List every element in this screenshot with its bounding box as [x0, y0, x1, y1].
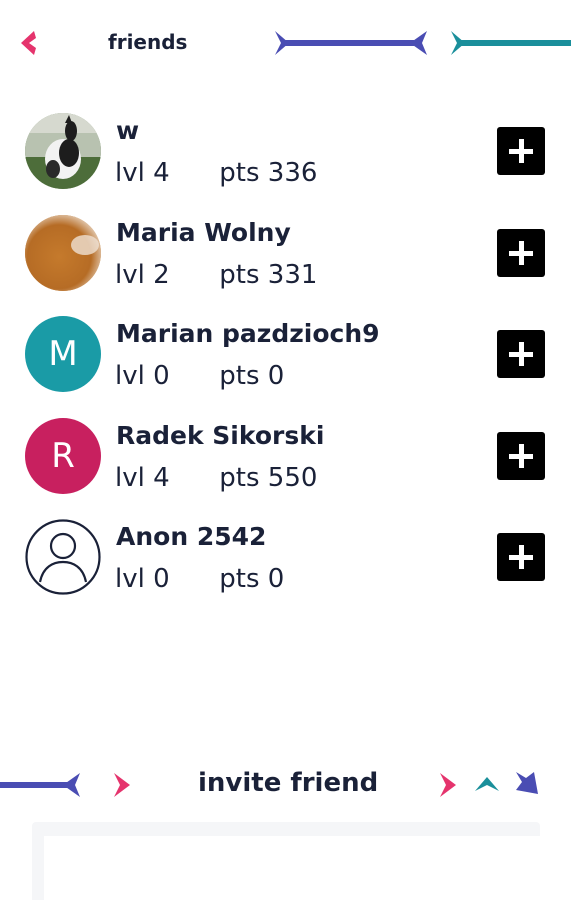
chevron-right-icon — [114, 773, 130, 797]
friend-name: Radek Sikorski — [116, 420, 325, 450]
add-friend-button[interactable] — [497, 330, 545, 378]
chevron-right-icon — [440, 773, 456, 797]
decorative-line-indigo-icon — [0, 773, 80, 797]
add-friend-button[interactable] — [497, 127, 545, 175]
friend-points: pts 0 — [219, 361, 285, 391]
friend-row[interactable]: Maria Wolny lvl 2 pts 331 — [0, 210, 571, 312]
friend-points: pts 331 — [219, 259, 318, 290]
friend-points: pts 336 — [219, 158, 318, 188]
friend-level: lvl 0 — [115, 564, 170, 594]
friends-list: w lvl 4 pts 336 Maria Wolny lvl 2 pts 33… — [0, 108, 571, 616]
friend-name: Anon 2542 — [116, 522, 267, 551]
friend-level: lvl 4 — [115, 158, 170, 188]
invite-friend-button[interactable]: invite friend — [198, 768, 378, 798]
friend-name: Maria Wolny — [116, 217, 291, 247]
decorative-line-teal-icon — [451, 31, 571, 55]
friend-level: lvl 2 — [115, 259, 170, 290]
amber-photo-icon — [25, 214, 101, 291]
avatar[interactable] — [25, 519, 101, 595]
avatar[interactable] — [25, 214, 101, 291]
friend-row[interactable]: Anon 2542 lvl 0 pts 0 — [0, 514, 571, 616]
friend-name: Marian pazdzioch9 — [116, 319, 380, 348]
friend-stats: lvl 4 pts 550 — [115, 463, 317, 493]
friend-row[interactable]: M Marian pazdzioch9 lvl 0 pts 0 — [0, 311, 571, 413]
back-button[interactable] — [14, 28, 44, 58]
header: friends — [0, 0, 571, 90]
invite-panel — [32, 822, 540, 900]
friend-stats: lvl 0 pts 0 — [115, 564, 284, 594]
friend-row[interactable]: R Radek Sikorski lvl 4 pts 550 — [0, 413, 571, 515]
invite-friend-bar: invite friend — [0, 755, 571, 815]
invite-panel-content — [44, 836, 540, 900]
chevron-up-icon — [475, 777, 499, 791]
avatar-initial: R — [51, 435, 75, 476]
avatar[interactable]: M — [25, 316, 101, 392]
add-friend-button[interactable] — [497, 533, 545, 581]
chevron-left-icon — [21, 31, 36, 55]
cat-photo-icon — [25, 113, 101, 189]
add-friend-button[interactable] — [497, 228, 545, 277]
friend-points: pts 550 — [219, 462, 318, 493]
friend-stats: lvl 2 pts 331 — [115, 260, 317, 290]
friend-row[interactable]: w lvl 4 pts 336 — [0, 108, 571, 210]
friend-stats: lvl 0 pts 0 — [115, 361, 284, 391]
friend-name: w — [116, 116, 140, 145]
avatar[interactable] — [25, 113, 101, 189]
friend-level: lvl 4 — [115, 462, 170, 493]
chevron-down-right-icon — [516, 772, 538, 794]
friend-points: pts 0 — [219, 564, 285, 594]
avatar-initial: M — [48, 334, 78, 374]
page-title: friends — [108, 30, 188, 54]
friend-level: lvl 0 — [115, 361, 170, 391]
decorative-line-indigo-icon — [275, 31, 427, 55]
add-friend-button[interactable] — [497, 431, 545, 480]
friend-stats: lvl 4 pts 336 — [115, 158, 317, 188]
avatar[interactable]: R — [25, 417, 101, 494]
user-icon — [25, 519, 101, 595]
